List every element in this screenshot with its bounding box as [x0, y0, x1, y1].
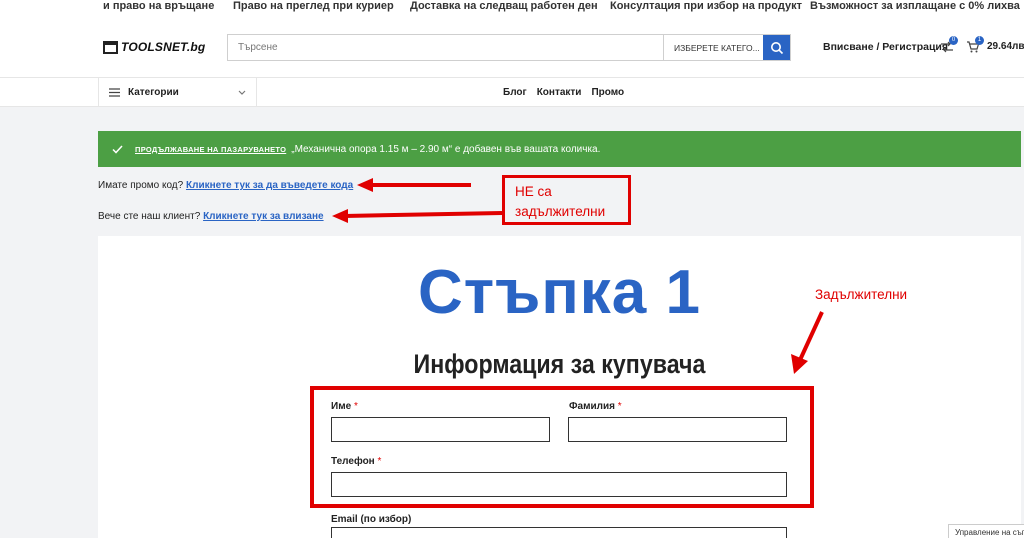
optional-annotation-line1: НЕ са: [515, 184, 552, 199]
promo-bar-item: Консултация при избор на продукт: [610, 0, 802, 12]
annotation-arrow-required: [791, 311, 824, 374]
promo-bar-item: Възможност за изплащане с 0% лихва: [810, 0, 1020, 12]
email-label: Email (по избор): [331, 514, 412, 525]
site-header: TOOLSNET.bg ИЗБЕРЕТЕ КАТЕГО... Вписване …: [0, 14, 1024, 78]
search-button[interactable]: [763, 35, 790, 60]
continue-shopping-link[interactable]: ПРОДЪЛЖАВАНЕ НА ПАЗАРУВАНЕТО: [135, 145, 286, 154]
categories-label: Категории: [128, 87, 179, 98]
optional-annotation-line2: задължителни: [515, 204, 606, 219]
category-select[interactable]: ИЗБЕРЕТЕ КАТЕГО...: [663, 35, 763, 60]
email-input[interactable]: [331, 527, 787, 538]
cart-count-badge: 1: [975, 36, 984, 45]
promo-code-row: Имате промо код? Кликнете тук за да въве…: [98, 180, 353, 191]
required-annotation: Задължителни: [815, 287, 908, 302]
compare-count-badge: 0: [949, 36, 958, 45]
promo-bar-item: Право на преглед при куриер: [233, 0, 394, 12]
returning-client-row: Вече сте наш клиент? Кликнете тук за вли…: [98, 211, 324, 222]
nav-links: Блог Контакти Промо: [503, 87, 624, 98]
promo-question: Имате промо код?: [98, 180, 184, 191]
top-promo-bar: и право на връщане Право на преглед при …: [0, 0, 1024, 14]
compare-button[interactable]: 0: [940, 36, 958, 54]
check-icon: [112, 144, 123, 154]
cart-total[interactable]: 29.64лв.: [987, 41, 1024, 52]
annotation-arrow-login: [332, 209, 503, 223]
last-name-input[interactable]: [568, 417, 787, 442]
cookie-consent-button[interactable]: Управление на съгл: [948, 524, 1024, 538]
buyer-info-title: Информация за купувача: [413, 349, 706, 379]
categories-menu[interactable]: Категории: [98, 78, 257, 107]
client-question: Вече сте наш клиент?: [98, 211, 201, 222]
toolbox-icon: [103, 40, 118, 54]
search-icon: [770, 41, 783, 54]
promo-bar-item: и право на връщане: [103, 0, 215, 12]
search-bar: ИЗБЕРЕТЕ КАТЕГО...: [227, 34, 791, 61]
first-name-label: Име *: [331, 401, 358, 412]
nav-link-contacts[interactable]: Контакти: [537, 87, 582, 98]
logo-text: TOOLSNET.bg: [121, 40, 206, 54]
main-nav: Категории Блог Контакти Промо: [0, 78, 1024, 107]
nav-link-blog[interactable]: Блог: [503, 87, 527, 98]
category-select-label: ИЗБЕРЕТЕ КАТЕГО...: [674, 42, 760, 53]
hamburger-icon: [109, 88, 120, 97]
search-input[interactable]: [228, 35, 663, 60]
annotation-arrow-promo: [357, 178, 471, 192]
cart-added-notice: ПРОДЪЛЖАВАНЕ НА ПАЗАРУВАНЕТО „Механична …: [98, 131, 1021, 167]
phone-input[interactable]: [331, 472, 787, 497]
promo-bar-item: Доставка на следващ работен ден: [410, 0, 598, 12]
phone-label: Телефон *: [331, 456, 382, 467]
first-name-input[interactable]: [331, 417, 550, 442]
site-logo[interactable]: TOOLSNET.bg: [103, 38, 205, 56]
promo-code-link[interactable]: Кликнете тук за да въведете кода: [186, 180, 353, 191]
checkout-card: Стъпка 1 Информация за купувача Име * Фа…: [98, 236, 1021, 538]
notice-message: „Механична опора 1.15 м – 2.90 м“ е доба…: [291, 143, 601, 155]
optional-annotation-box: НЕ са задължителни: [502, 175, 631, 225]
chevron-down-icon: [238, 90, 246, 95]
login-register-link[interactable]: Вписване / Регистрация: [823, 41, 948, 53]
nav-link-promo[interactable]: Промо: [591, 87, 624, 98]
login-link[interactable]: Кликнете тук за влизане: [203, 211, 324, 222]
last-name-label: Фамилия *: [569, 401, 622, 412]
cart-button[interactable]: 1: [966, 36, 984, 54]
